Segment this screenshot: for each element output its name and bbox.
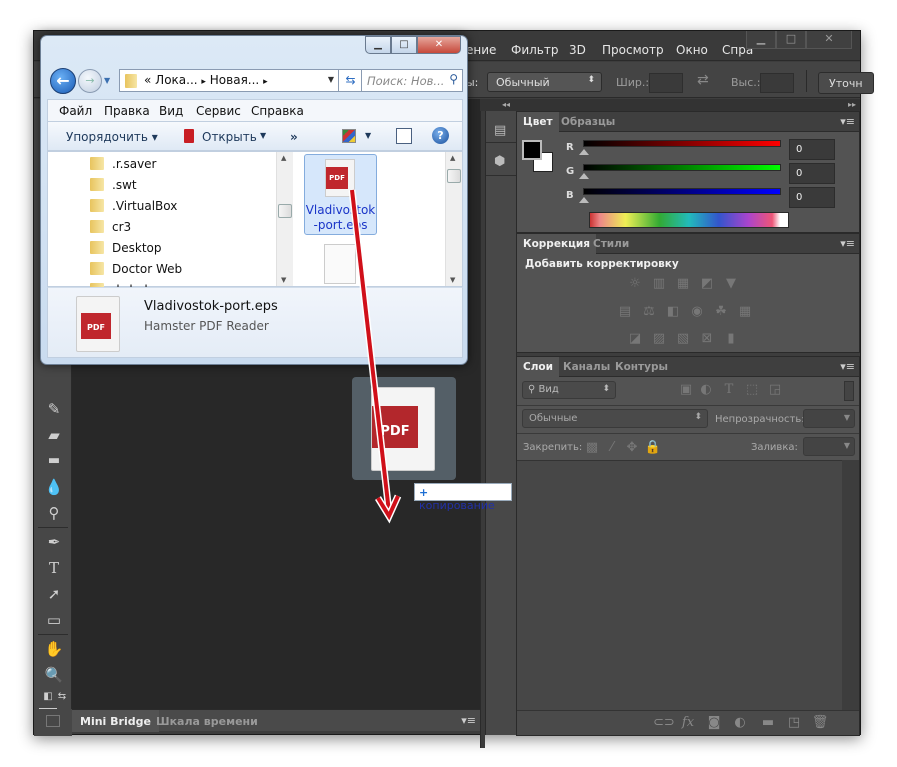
drag-arrow [348,189,402,524]
arrow-line [350,189,391,513]
